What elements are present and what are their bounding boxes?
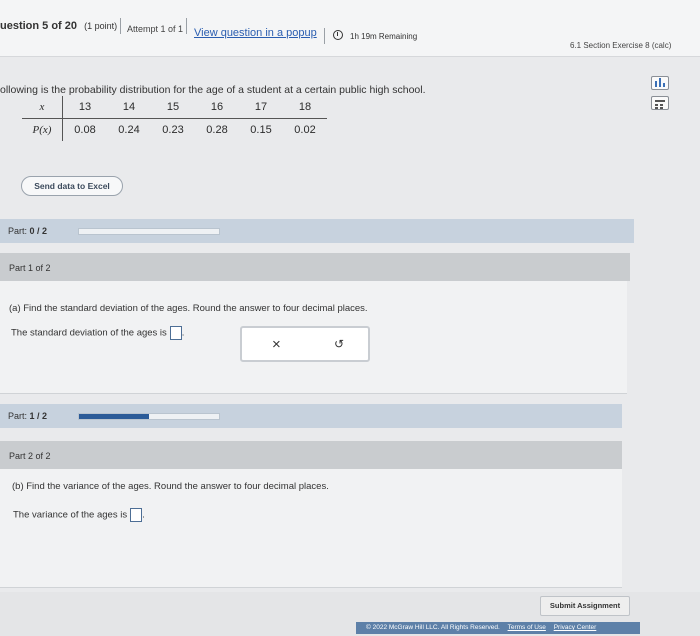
clear-icon[interactable]: ×: [272, 336, 281, 353]
answer-line: The variance of the ages is.: [13, 508, 145, 522]
divider: [186, 18, 187, 34]
part-header: Part 2 of 2: [0, 441, 622, 469]
part-header: Part 1 of 2: [0, 253, 630, 281]
privacy-link[interactable]: Privacy Center: [554, 624, 597, 631]
side-tools: [651, 76, 673, 116]
time-remaining: 1h 19m Remaining: [350, 32, 418, 41]
part-title: Part 1 of 2: [9, 263, 51, 273]
chart-icon[interactable]: [651, 76, 669, 90]
undo-icon[interactable]: ↺: [334, 337, 344, 351]
table-cell: 13: [62, 96, 107, 119]
table-row-header: P(x): [22, 118, 63, 141]
table-row-header: x: [22, 96, 63, 119]
table-cell: 0.23: [162, 124, 184, 136]
part-1-panel: Part 1 of 2 (a) Find the standard deviat…: [0, 253, 630, 394]
question-intro: ollowing is the probability distribution…: [0, 84, 426, 96]
table-row: x 13 14 15 16 17 18: [22, 96, 327, 119]
table-cell: 0.24: [118, 124, 140, 136]
section-title: 6.1 Section Exercise 8 (calc): [570, 41, 672, 50]
table-cell: 15: [151, 96, 195, 119]
progress-track: [78, 228, 220, 235]
table-cell: 0.02: [294, 124, 316, 136]
points-label: (1 point): [84, 21, 118, 31]
part-title: Part 2 of 2: [9, 451, 51, 461]
clock-icon: [333, 30, 343, 40]
part-progress-label: Part: 0 / 2: [8, 226, 48, 236]
probability-table: x 13 14 15 16 17 18 P(x) 0.08 0.24 0.23 …: [22, 96, 327, 141]
table-cell: 17: [239, 96, 283, 119]
view-popup-link[interactable]: View question in a popup: [194, 27, 317, 39]
table-cell: 0.08: [74, 124, 96, 136]
question-number: uestion 5 of 20 (1 point): [0, 20, 118, 32]
copyright-bar: © 2022 McGraw Hill LLC. All Rights Reser…: [356, 622, 640, 634]
part-prompt: (a) Find the standard deviation of the a…: [9, 303, 368, 314]
table-cell: 0.28: [206, 124, 228, 136]
assignment-header: uestion 5 of 20 (1 point) Attempt 1 of 1…: [0, 0, 700, 57]
table-cell: 18: [283, 96, 327, 119]
divider: [324, 28, 325, 44]
copyright-text: © 2022 McGraw Hill LLC. All Rights Reser…: [366, 624, 500, 631]
submit-assignment-button[interactable]: Submit Assignment: [540, 596, 630, 616]
progress-track: [78, 413, 220, 420]
part-prompt: (b) Find the variance of the ages. Round…: [12, 481, 329, 492]
send-to-excel-button[interactable]: Send data to Excel: [21, 176, 123, 196]
answer-line: The standard deviation of the ages is.: [11, 326, 185, 340]
terms-link[interactable]: Terms of Use: [508, 624, 546, 631]
part-progress-bar: Part: 1 / 2: [0, 404, 622, 428]
attempt-label: Attempt 1 of 1: [127, 24, 184, 34]
answer-input[interactable]: [130, 508, 143, 522]
table-row: P(x) 0.08 0.24 0.23 0.28 0.15 0.02: [22, 118, 327, 141]
part-progress-label: Part: 1 / 2: [8, 411, 48, 421]
table-cell: 14: [107, 96, 151, 119]
answer-input[interactable]: [169, 326, 182, 340]
table-cell: 0.15: [250, 124, 272, 136]
answer-tools: × ↺: [240, 326, 370, 362]
calculator-icon[interactable]: [651, 96, 669, 110]
table-cell: 16: [195, 96, 239, 119]
progress-fill: [79, 414, 149, 419]
part-2-panel: Part 2 of 2 (b) Find the variance of the…: [0, 441, 622, 588]
part-progress-bar: Part: 0 / 2: [0, 219, 634, 243]
divider: [120, 18, 121, 34]
